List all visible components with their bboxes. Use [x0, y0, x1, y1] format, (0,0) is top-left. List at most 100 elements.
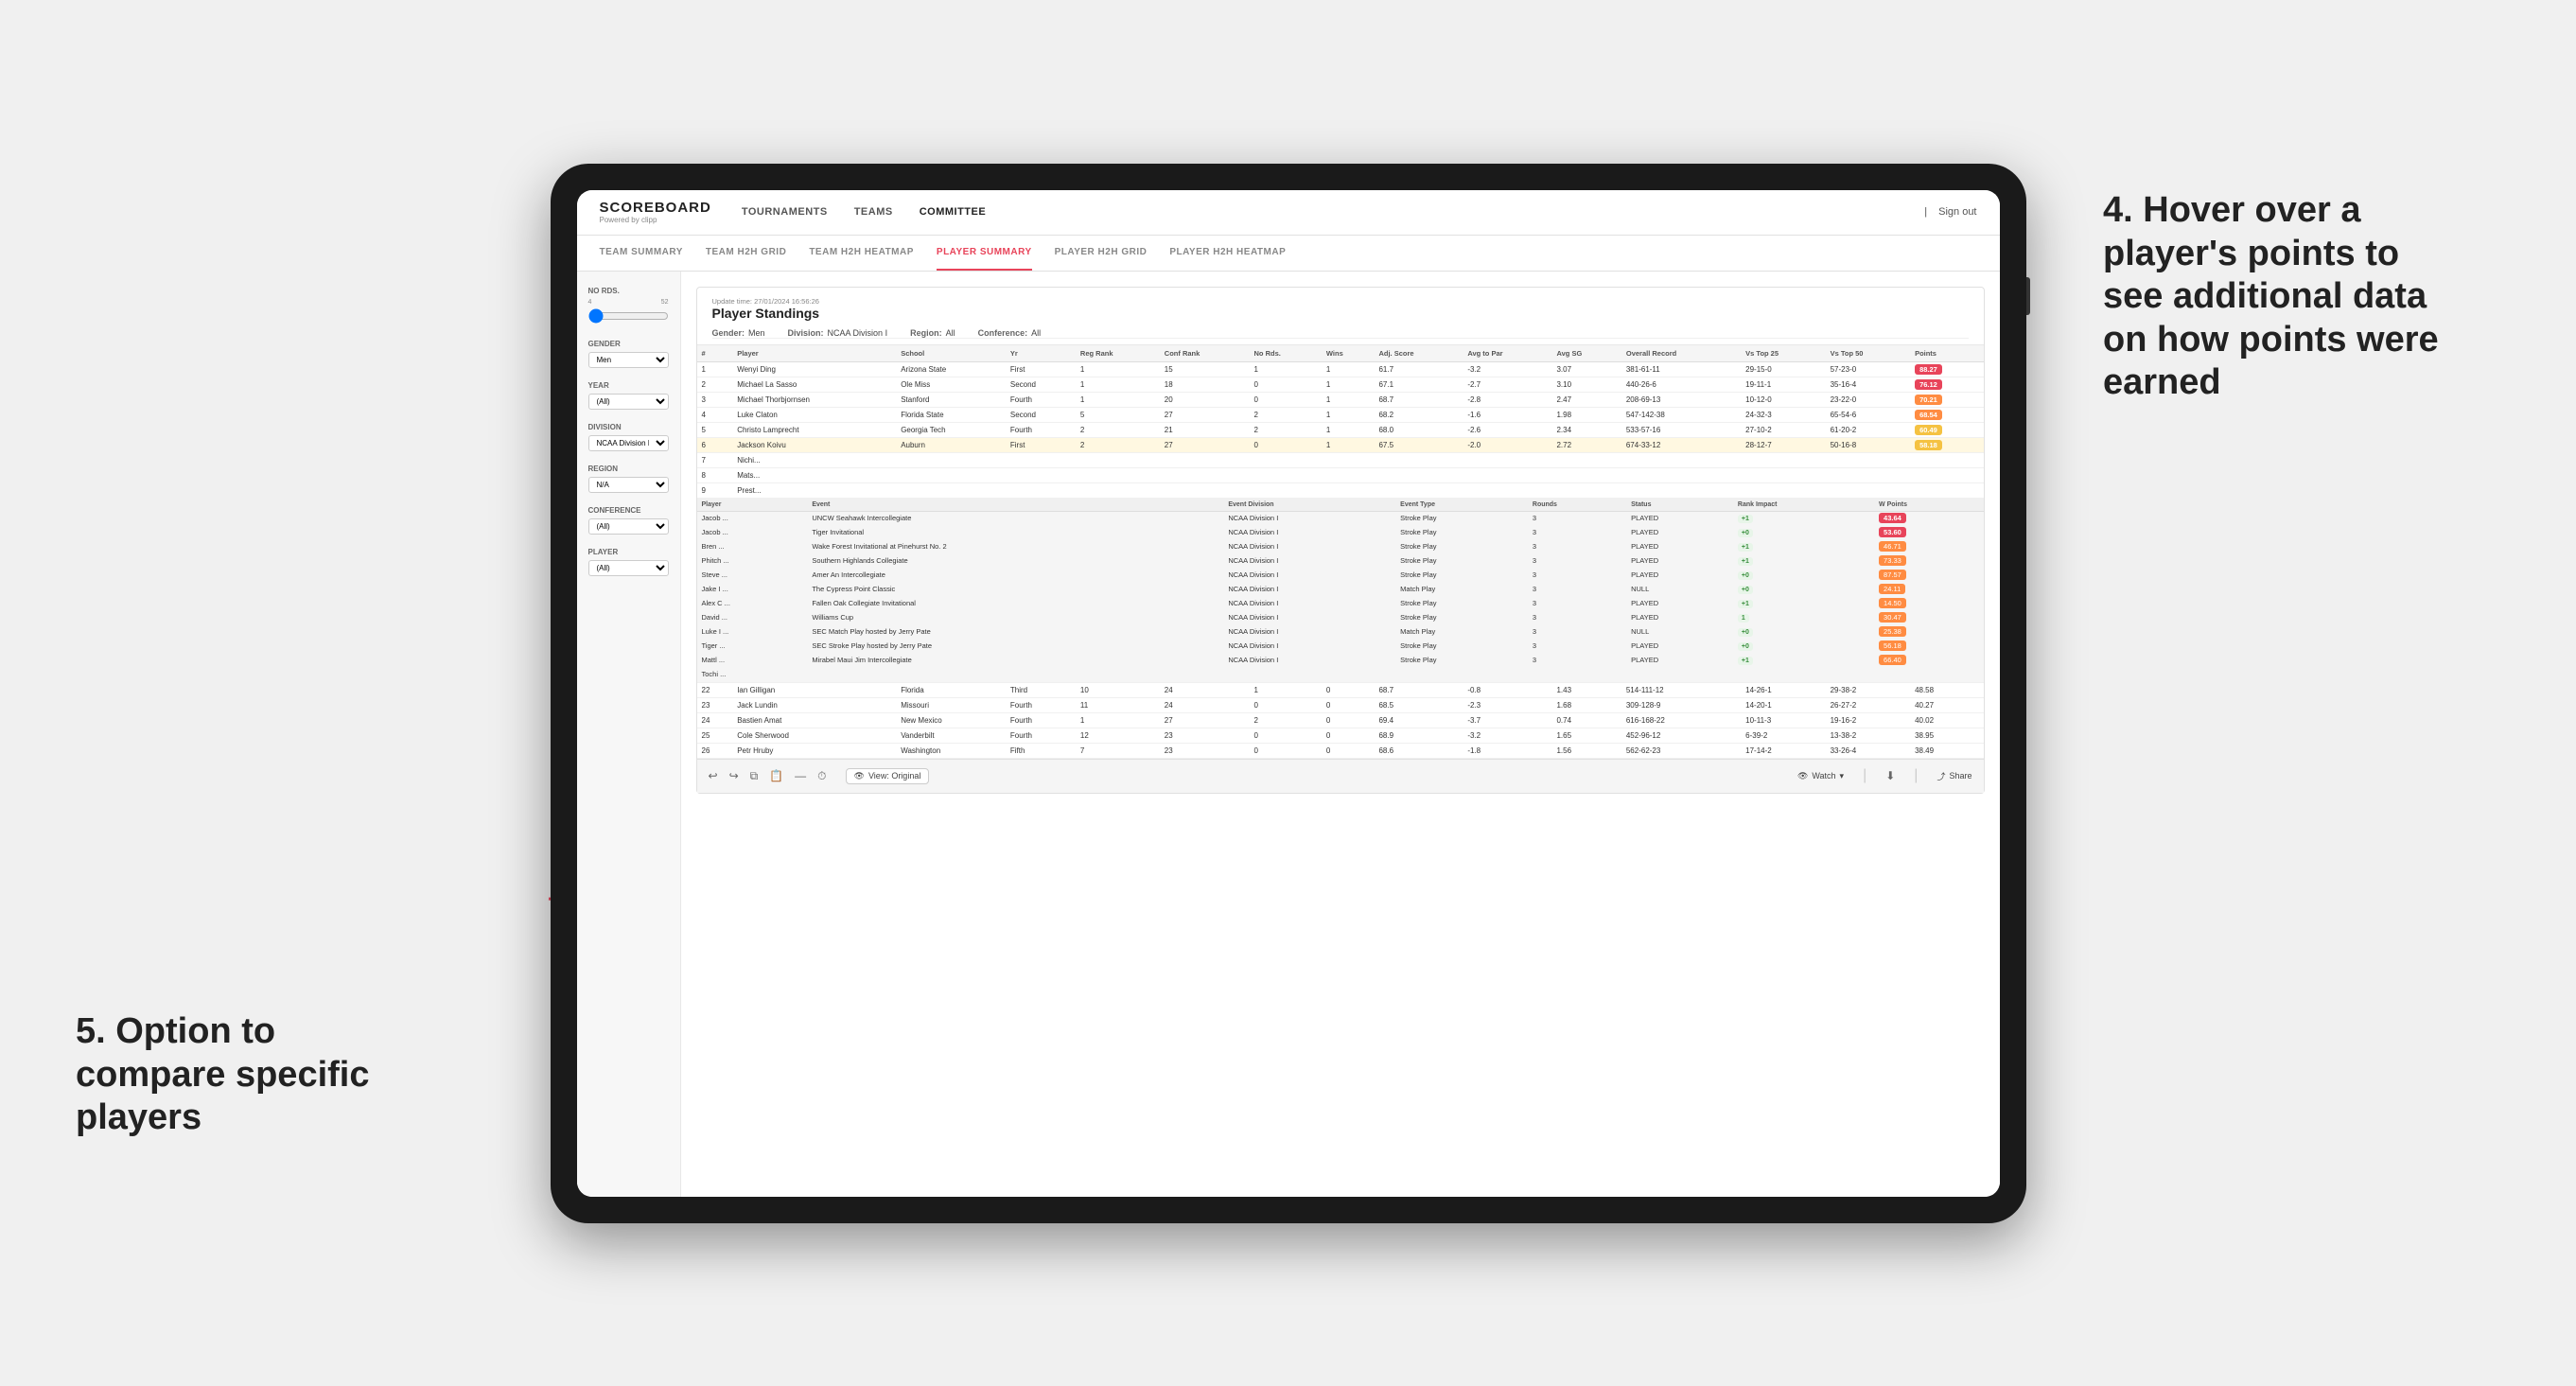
table-row: 4 Luke Claton Florida State Second 5 27 … — [697, 407, 1984, 422]
points-badge[interactable]: 88.27 — [1915, 364, 1942, 375]
table-row: 23 Jack Lundin Missouri Fourth 11 24 0 0… — [697, 697, 1984, 712]
nav-separator: | — [1924, 206, 1927, 218]
year-select[interactable]: (All) — [588, 394, 669, 410]
annotation-right: 4. Hover over a player's points to see a… — [2103, 189, 2462, 405]
watch-chevron: ▾ — [1840, 771, 1845, 781]
points-badge[interactable]: 68.54 — [1915, 410, 1942, 420]
col-player: Player — [732, 345, 896, 362]
sign-out-link[interactable]: Sign out — [1938, 206, 1976, 218]
table-row-hover: 6 Jackson Koivu Auburn First 2 27 0 1 67… — [697, 437, 1984, 452]
division-label: Division — [588, 423, 669, 431]
subnav-player-h2h-heatmap[interactable]: PLAYER H2H HEATMAP — [1169, 236, 1286, 271]
table-header-row: # Player School Yr Reg Rank Conf Rank No… — [697, 345, 1984, 362]
table-row: 9 Prest... — [697, 482, 1984, 498]
no-rds-min: 4 — [588, 299, 592, 306]
sidebar-gender: Gender Men — [588, 340, 669, 368]
separator-icon: — — [795, 769, 806, 782]
no-rds-label: No Rds. — [588, 287, 669, 295]
col-vs-top50: Vs Top 50 — [1826, 345, 1910, 362]
paste-icon[interactable]: 📋 — [769, 769, 783, 782]
sub-table-row: Jacob ... Tiger Invitational NCAA Divisi… — [697, 525, 1984, 539]
sub-table-row: Jake I ... The Cypress Point Classic NCA… — [697, 582, 1984, 596]
region-select[interactable]: N/A — [588, 477, 669, 493]
tablet-screen: SCOREBOARD Powered by clipp TOURNAMENTS … — [577, 190, 2000, 1197]
region-label: Region — [588, 465, 669, 473]
download-icon[interactable]: ⬇ — [1885, 769, 1895, 782]
sidebar-division: Division NCAA Division I — [588, 423, 669, 451]
filter-division: Division: NCAA Division I — [788, 328, 888, 338]
watch-icon: 👁 — [1797, 771, 1808, 781]
player-select[interactable]: (All) — [588, 560, 669, 576]
share-label: Share — [1949, 771, 1971, 781]
points-badge[interactable]: 76.12 — [1915, 379, 1942, 390]
panel-title: Player Standings — [712, 306, 820, 321]
logo-area: SCOREBOARD Powered by clipp — [600, 200, 711, 224]
standings-panel: Update time: 27/01/2024 16:56:26 Player … — [696, 287, 1985, 794]
redo-icon[interactable]: ↪ — [729, 769, 739, 782]
sidebar-region: Region N/A — [588, 465, 669, 493]
bottom-bar: ↩ ↪ ⧉ 📋 — ⏱ 👁 View: Original 👁 — [697, 759, 1984, 793]
nav-teams[interactable]: TEAMS — [854, 206, 893, 218]
filter-gender: Gender: Men — [712, 328, 765, 338]
subnav-team-summary[interactable]: TEAM SUMMARY — [600, 236, 683, 271]
col-points: Points — [1910, 345, 1983, 362]
no-rds-range: 4 52 — [588, 299, 669, 306]
subnav-player-h2h-grid[interactable]: PLAYER H2H GRID — [1055, 236, 1148, 271]
sub-table-row: Mattl ... Mirabel Maui Jim Intercollegia… — [697, 653, 1984, 667]
subnav-team-h2h-heatmap[interactable]: TEAM H2H HEATMAP — [809, 236, 914, 271]
nav-tournaments[interactable]: TOURNAMENTS — [742, 206, 828, 218]
table-row: 25 Cole Sherwood Vanderbilt Fourth 12 23… — [697, 728, 1984, 743]
col-yr: Yr — [1006, 345, 1076, 362]
subnav-team-h2h-grid[interactable]: TEAM H2H GRID — [706, 236, 786, 271]
table-row: 22 Ian Gilligan Florida Third 10 24 1 0 … — [697, 682, 1984, 697]
table-row: 1 Wenyi Ding Arizona State First 1 15 1 … — [697, 361, 1984, 377]
table-row: 3 Michael Thorbjornsen Stanford Fourth 1… — [697, 392, 1984, 407]
col-no-rds: No Rds. — [1249, 345, 1321, 362]
points-badge[interactable]: 70.21 — [1915, 395, 1942, 405]
col-wins: Wins — [1322, 345, 1375, 362]
nav-links: TOURNAMENTS TEAMS COMMITTEE — [742, 206, 1924, 218]
filter-conference: Conference: All — [978, 328, 1042, 338]
watch-button[interactable]: 👁 Watch ▾ — [1797, 771, 1844, 781]
sub-table-row: Tochi ... — [697, 667, 1984, 681]
logo-sub: Powered by clipp — [600, 216, 711, 224]
panel-header: Update time: 27/01/2024 16:56:26 Player … — [697, 288, 1984, 345]
filters-row: Gender: Men Division: NCAA Division I Re… — [712, 325, 1969, 339]
sub-table-row: Bren ... Wake Forest Invitational at Pin… — [697, 539, 1984, 553]
points-badge[interactable]: 60.49 — [1915, 425, 1942, 435]
share-button[interactable]: ⤴ Share — [1936, 770, 1971, 782]
sidebar-conference: Conference (All) — [588, 506, 669, 535]
gender-select[interactable]: Men — [588, 352, 669, 368]
conference-select[interactable]: (All) — [588, 518, 669, 535]
sub-table-header: Player Event Event Division Event Type R… — [697, 499, 1984, 512]
points-badge-hover[interactable]: 58.18 — [1915, 440, 1942, 450]
division-select[interactable]: NCAA Division I — [588, 435, 669, 451]
sub-table-row: Jacob ... UNCW Seahawk Intercollegiate N… — [697, 511, 1984, 525]
col-rank: # — [697, 345, 733, 362]
subnav-player-summary[interactable]: PLAYER SUMMARY — [937, 236, 1032, 271]
clock-icon[interactable]: ⏱ — [817, 769, 826, 783]
view-label: View: Original — [868, 771, 920, 781]
undo-icon[interactable]: ↩ — [709, 769, 718, 782]
col-school: School — [896, 345, 1006, 362]
table-row: 2 Michael La Sasso Ole Miss Second 1 18 … — [697, 377, 1984, 392]
watch-label: Watch — [1812, 771, 1835, 781]
table-row: 5 Christo Lamprecht Georgia Tech Fourth … — [697, 422, 1984, 437]
sub-table-row: Luke I ... SEC Match Play hosted by Jerr… — [697, 624, 1984, 639]
sub-table-row: Phitch ... Southern Highlands Collegiate… — [697, 553, 1984, 568]
sub-table-row: Alex C ... Fallen Oak Collegiate Invitat… — [697, 596, 1984, 610]
sub-nav: TEAM SUMMARY TEAM H2H GRID TEAM H2H HEAT… — [577, 236, 2000, 272]
nav-committee[interactable]: COMMITTEE — [920, 206, 987, 218]
view-original-button[interactable]: 👁 View: Original — [846, 768, 930, 784]
content-area: Update time: 27/01/2024 16:56:26 Player … — [681, 272, 2000, 1197]
sidebar: No Rds. 4 52 Gender Men Year ( — [577, 272, 681, 1197]
annotation-left-text: 5. Option to compare specific players — [76, 1011, 369, 1137]
top-nav: SCOREBOARD Powered by clipp TOURNAMENTS … — [577, 190, 2000, 236]
table-row: 7 Nichi... — [697, 452, 1984, 467]
col-vs-top25: Vs Top 25 — [1741, 345, 1825, 362]
conference-label: Conference — [588, 506, 669, 515]
no-rds-slider[interactable] — [588, 308, 669, 324]
table-row: 8 Mats... — [697, 467, 1984, 482]
copy-icon[interactable]: ⧉ — [750, 769, 759, 783]
sidebar-year: Year (All) — [588, 381, 669, 410]
